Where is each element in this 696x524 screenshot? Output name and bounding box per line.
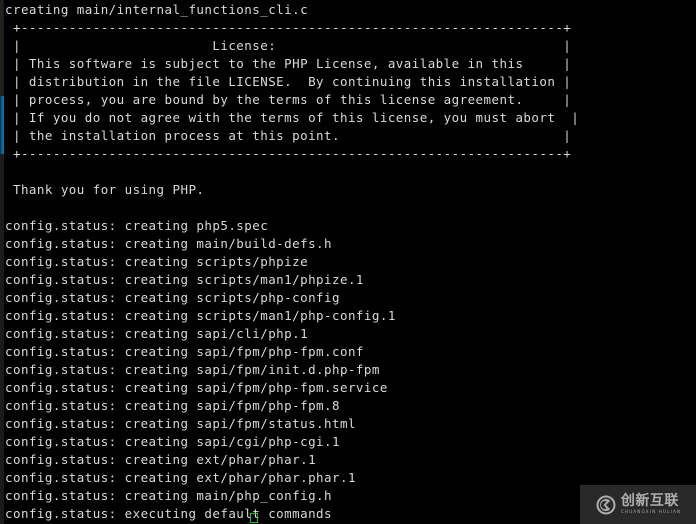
terminal-line: | the installation process at this point…: [5, 128, 572, 143]
terminal-line: config.status: creating scripts/php-conf…: [5, 290, 340, 305]
terminal-line: creating main/internal_functions_cli.c: [5, 2, 309, 17]
terminal-line: config.status: creating scripts/man1/php…: [5, 308, 396, 323]
terminal-line: | distribution in the file LICENSE. By c…: [5, 74, 572, 89]
terminal-window[interactable]: creating main/internal_functions_cli.c +…: [0, 0, 696, 524]
terminal-line: config.status: creating main/build-defs.…: [5, 236, 333, 251]
terminal-line: Thank you for using PHP.: [5, 182, 205, 197]
terminal-line: config.status: creating sapi/fpm/php-fpm…: [5, 344, 364, 359]
watermark-en-text: CHUANGXIN HULIAN: [620, 509, 682, 515]
terminal-line: | License: |: [5, 38, 572, 53]
watermark: 创新互联 CHUANGXIN HULIAN: [580, 485, 696, 524]
terminal-line: config.status: creating sapi/fpm/status.…: [5, 416, 356, 431]
terminal-line: config.status: creating sapi/fpm/init.d.…: [5, 362, 380, 377]
terminal-line: config.status: creating sapi/cli/php.1: [5, 326, 309, 341]
terminal-output: creating main/internal_functions_cli.c +…: [0, 0, 691, 523]
terminal-line: config.status: creating scripts/phpize: [5, 254, 309, 269]
watermark-cn-text: 创新互联: [620, 493, 679, 510]
terminal-line: +---------------------------------------…: [5, 146, 572, 161]
cx-logo-icon: [596, 495, 616, 514]
text-cursor: [250, 513, 258, 523]
terminal-line: +---------------------------------------…: [5, 20, 572, 35]
terminal-line: | If you do not agree with the terms of …: [5, 110, 580, 125]
terminal-line: config.status: creating sapi/fpm/php-fpm…: [5, 380, 388, 395]
terminal-line: config.status: creating scripts/man1/php…: [5, 272, 364, 287]
terminal-line: | process, you are bound by the terms of…: [5, 92, 572, 107]
terminal-line: config.status: creating sapi/cgi/php-cgi…: [5, 434, 340, 449]
terminal-line: config.status: creating php5.spec: [5, 218, 269, 233]
terminal-line: | This software is subject to the PHP Li…: [5, 56, 572, 71]
terminal-line: config.status: creating sapi/fpm/php-fpm…: [5, 398, 340, 413]
terminal-line: config.status: creating ext/phar/phar.1: [5, 452, 317, 467]
